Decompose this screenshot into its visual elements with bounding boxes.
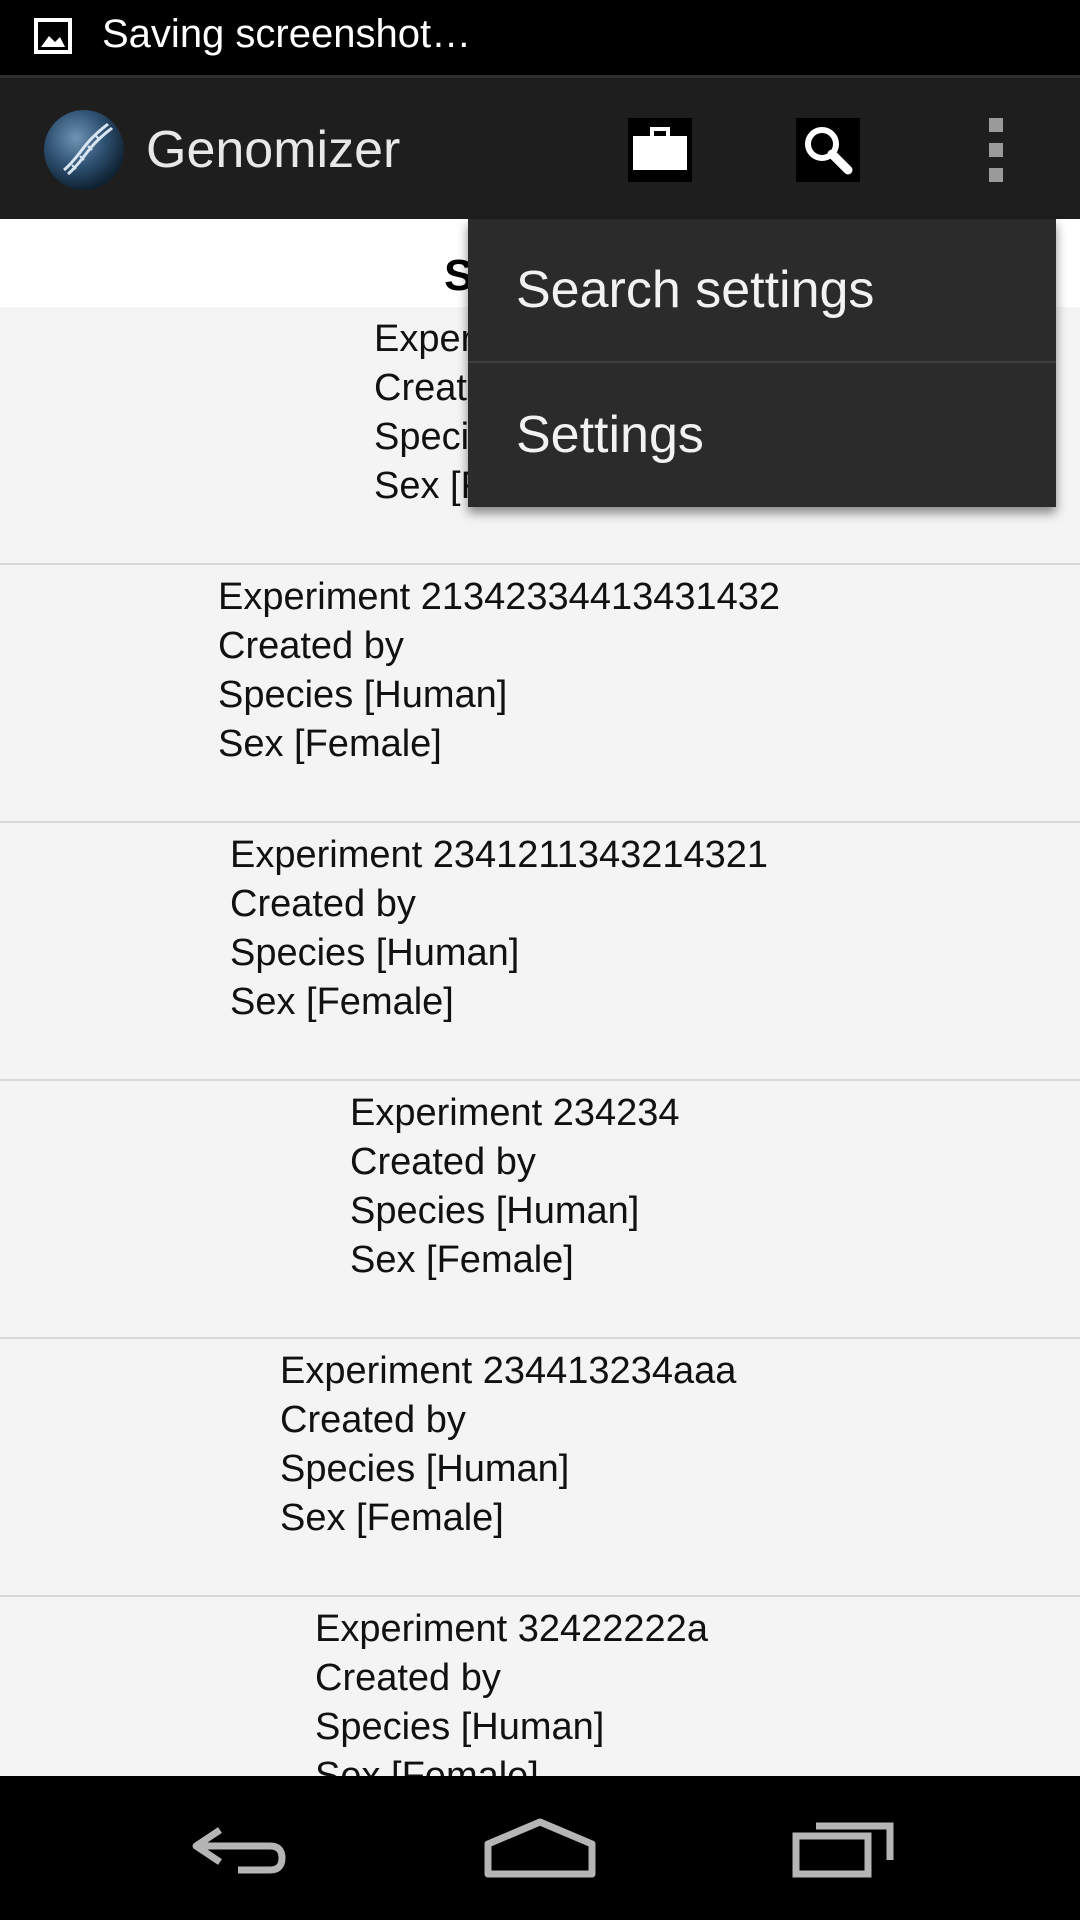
- image-icon: [34, 18, 72, 54]
- result-row[interactable]: Experiment 2341211343214321 Created by S…: [0, 823, 1080, 1081]
- result-species: Species [Human]: [315, 1706, 605, 1748]
- result-species: Species [Human]: [280, 1448, 570, 1490]
- result-title: Experiment 234413234aaa: [280, 1350, 737, 1392]
- briefcase-icon: [633, 127, 687, 170]
- navigation-bar: [0, 1776, 1080, 1920]
- recent-apps-icon[interactable]: [790, 1816, 898, 1880]
- menu-item-search-settings[interactable]: Search settings: [468, 219, 1056, 363]
- result-title: Experiment 234234: [350, 1092, 680, 1134]
- result-sex: Sex [Female]: [230, 981, 454, 1023]
- result-sex: Sex [Female]: [280, 1497, 504, 1539]
- result-species: Species [Human]: [218, 674, 508, 716]
- result-title: Experiment 21342334413431432: [218, 576, 781, 618]
- search-icon: [805, 127, 853, 175]
- result-species: Species [Human]: [350, 1190, 640, 1232]
- result-created-by: Created by: [218, 625, 404, 667]
- result-row[interactable]: Experiment 32422222a Created by Species …: [0, 1597, 1080, 1776]
- result-created-by: Created by: [230, 883, 416, 925]
- briefcase-button[interactable]: [628, 118, 692, 182]
- result-row[interactable]: Experiment 21342334413431432 Created by …: [0, 565, 1080, 823]
- result-sex: Sex [Female]: [218, 723, 442, 765]
- result-row[interactable]: Experiment 234413234aaa Created by Speci…: [0, 1339, 1080, 1597]
- back-icon[interactable]: [186, 1816, 290, 1880]
- result-created-by: Created by: [350, 1141, 536, 1183]
- action-bar: Genomizer: [0, 75, 1080, 219]
- result-title: Experiment 32422222a: [315, 1608, 708, 1650]
- home-icon[interactable]: [484, 1816, 596, 1880]
- result-row[interactable]: Experiment 234234 Created by Species [Hu…: [0, 1081, 1080, 1339]
- result-created-by: Created by: [280, 1399, 466, 1441]
- overflow-menu-button[interactable]: [974, 116, 1018, 184]
- status-text: Saving screenshot…: [102, 12, 472, 56]
- result-sex: Sex [Female]: [315, 1755, 539, 1776]
- app-title: Genomizer: [146, 121, 401, 179]
- status-bar: Saving screenshot…: [0, 0, 1080, 75]
- search-button[interactable]: [796, 118, 860, 182]
- result-created-by: Created by: [315, 1657, 501, 1699]
- result-species: Species [Human]: [230, 932, 520, 974]
- result-sex: Sex [Female]: [350, 1239, 574, 1281]
- menu-item-settings[interactable]: Settings: [468, 363, 1056, 507]
- app-logo[interactable]: [42, 108, 126, 192]
- result-title: Experiment 2341211343214321: [230, 834, 769, 876]
- overflow-menu: Search settings Settings: [468, 219, 1056, 507]
